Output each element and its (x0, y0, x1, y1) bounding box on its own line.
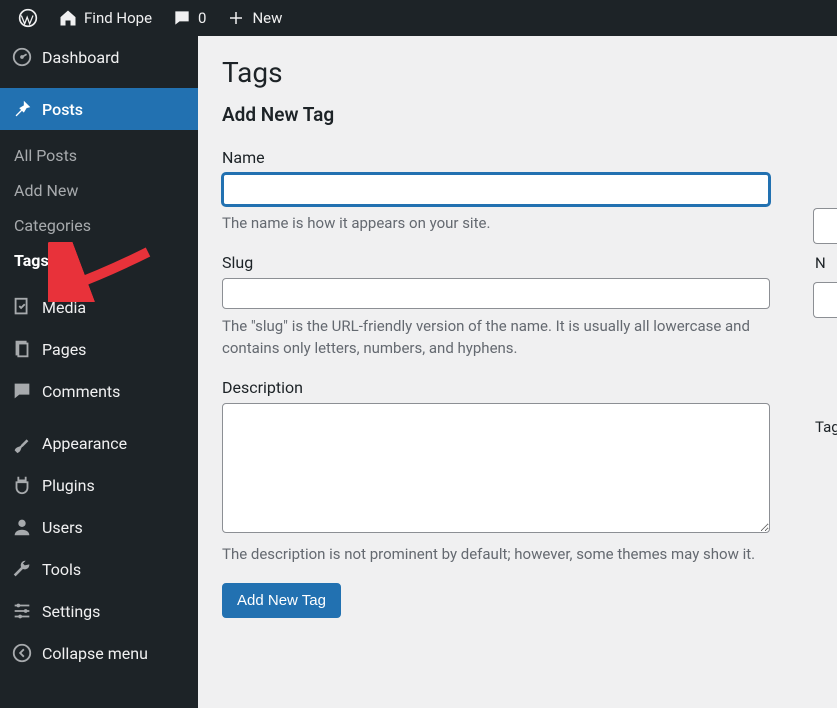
pages-icon (10, 338, 34, 360)
new-label: New (252, 9, 282, 27)
main-content: Tags Add New Tag Name The name is how it… (198, 36, 837, 708)
sliders-icon (10, 600, 34, 622)
page-title: Tags (222, 56, 813, 89)
admin-bar: Find Hope 0 New (0, 0, 837, 36)
sidebar-item-label: Media (42, 298, 86, 317)
admin-sidebar: Dashboard Posts All Posts Add New Catego… (0, 36, 198, 708)
name-input[interactable] (222, 173, 770, 206)
wp-logo-button[interactable] (8, 0, 48, 36)
sidebar-item-label: Posts (42, 100, 83, 119)
sidebar-item-comments[interactable]: Comments (0, 370, 198, 412)
pin-icon (10, 98, 34, 120)
sidebar-item-label: Appearance (42, 434, 127, 453)
sidebar-item-appearance[interactable]: Appearance (0, 422, 198, 464)
plug-icon (10, 474, 34, 496)
sidebar-item-settings[interactable]: Settings (0, 590, 198, 632)
name-label: Name (222, 148, 813, 167)
collapse-icon (10, 642, 34, 664)
site-name-label: Find Hope (84, 9, 152, 27)
brush-icon (10, 432, 34, 454)
search-box-partial[interactable] (813, 208, 837, 244)
comment-icon (172, 8, 192, 28)
name-field: Name The name is how it appears on your … (222, 148, 813, 235)
sidebar-item-label: Users (42, 518, 83, 537)
slug-help: The "slug" is the URL-friendly version o… (222, 315, 770, 360)
sidebar-item-label: Settings (42, 602, 100, 621)
sidebar-item-users[interactable]: Users (0, 506, 198, 548)
sidebar-item-media[interactable]: Media (0, 286, 198, 328)
sidebar-item-label: Plugins (42, 476, 95, 495)
user-icon (10, 516, 34, 538)
new-content-button[interactable]: New (216, 0, 292, 36)
sidebar-item-dashboard[interactable]: Dashboard (0, 36, 198, 78)
slug-field: Slug The "slug" is the URL-friendly vers… (222, 253, 813, 360)
add-new-tag-button[interactable]: Add New Tag (222, 583, 341, 618)
sidebar-item-label: Pages (42, 340, 86, 359)
description-field: Description The description is not promi… (222, 378, 813, 566)
form-title: Add New Tag (222, 103, 813, 126)
dashboard-icon (10, 46, 34, 68)
name-help: The name is how it appears on your site. (222, 212, 770, 235)
comments-button[interactable]: 0 (162, 0, 216, 36)
description-help: The description is not prominent by defa… (222, 543, 770, 566)
submenu-item-tags[interactable]: Tags (0, 243, 198, 278)
home-icon (58, 8, 78, 28)
description-textarea[interactable] (222, 403, 770, 533)
right-column-partial: N Tag (813, 208, 837, 446)
sidebar-item-label: Comments (42, 382, 120, 401)
sidebar-item-label: Tools (42, 560, 81, 579)
submenu-item-add-new[interactable]: Add New (0, 173, 198, 208)
site-name-button[interactable]: Find Hope (48, 0, 162, 36)
submenu-item-all-posts[interactable]: All Posts (0, 138, 198, 173)
sidebar-item-posts[interactable]: Posts (0, 88, 198, 130)
bulk-action-partial[interactable] (813, 282, 837, 318)
comments-count: 0 (198, 9, 206, 27)
sidebar-item-tools[interactable]: Tools (0, 548, 198, 590)
sidebar-item-label: Dashboard (42, 48, 119, 67)
partial-tag-header: Tag (813, 418, 837, 436)
slug-label: Slug (222, 253, 813, 272)
wrench-icon (10, 558, 34, 580)
slug-input[interactable] (222, 278, 770, 309)
description-label: Description (222, 378, 813, 397)
sidebar-item-pages[interactable]: Pages (0, 328, 198, 370)
plus-icon (226, 8, 246, 28)
wordpress-logo-icon (18, 8, 38, 28)
submenu-item-categories[interactable]: Categories (0, 208, 198, 243)
partial-letter: N (813, 254, 837, 272)
media-icon (10, 296, 34, 318)
sidebar-item-label: Collapse menu (42, 644, 148, 663)
sidebar-item-plugins[interactable]: Plugins (0, 464, 198, 506)
comments-icon (10, 380, 34, 402)
sidebar-item-collapse[interactable]: Collapse menu (0, 632, 198, 674)
posts-submenu: All Posts Add New Categories Tags (0, 130, 198, 286)
